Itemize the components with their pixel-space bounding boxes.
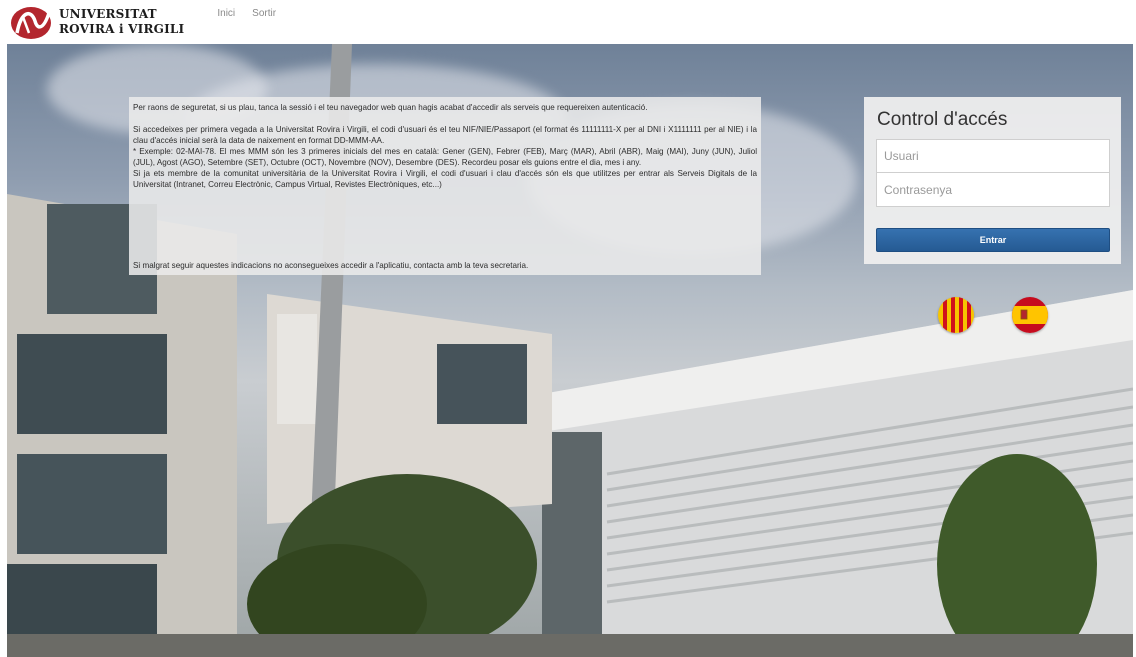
login-title: Control d'accés (877, 109, 1008, 130)
nav-link-home[interactable]: Inici (217, 8, 235, 19)
spanish-flag-icon[interactable] (1012, 297, 1048, 333)
brand-line-1: UNIVERSITAT (59, 7, 157, 21)
login-panel: Control d'accés Entrar (864, 97, 1121, 264)
username-input[interactable] (876, 139, 1110, 173)
page-frame: UNIVERSITAT ROVIRA i VIRGILI Inici Sorti… (7, 0, 1133, 657)
catalan-flag-icon[interactable] (938, 297, 974, 333)
nav-link-logout[interactable]: Sortir (252, 8, 276, 19)
urv-logo-icon (9, 3, 53, 41)
password-input[interactable] (876, 173, 1110, 207)
date-format-example: * Exemple: 02-MAI-78. El mes MMM són les… (133, 147, 757, 167)
info-panel: Per raons de seguretat, si us plau, tanc… (129, 97, 761, 275)
university-logo[interactable]: UNIVERSITAT ROVIRA i VIRGILI (9, 3, 184, 41)
login-button[interactable]: Entrar (876, 228, 1110, 252)
first-access-instructions: Si accedeixes per primera vegada a la Un… (133, 125, 757, 145)
contact-secretary-notice: Si malgrat seguir aquestes indicacions n… (133, 261, 529, 270)
top-navbar: UNIVERSITAT ROVIRA i VIRGILI Inici Sorti… (7, 0, 1133, 44)
member-instructions: Si ja ets membre de la comunitat univers… (133, 169, 757, 189)
brand-line-2: ROVIRA i VIRGILI (59, 22, 185, 36)
security-notice: Per raons de seguretat, si us plau, tanc… (133, 103, 648, 112)
